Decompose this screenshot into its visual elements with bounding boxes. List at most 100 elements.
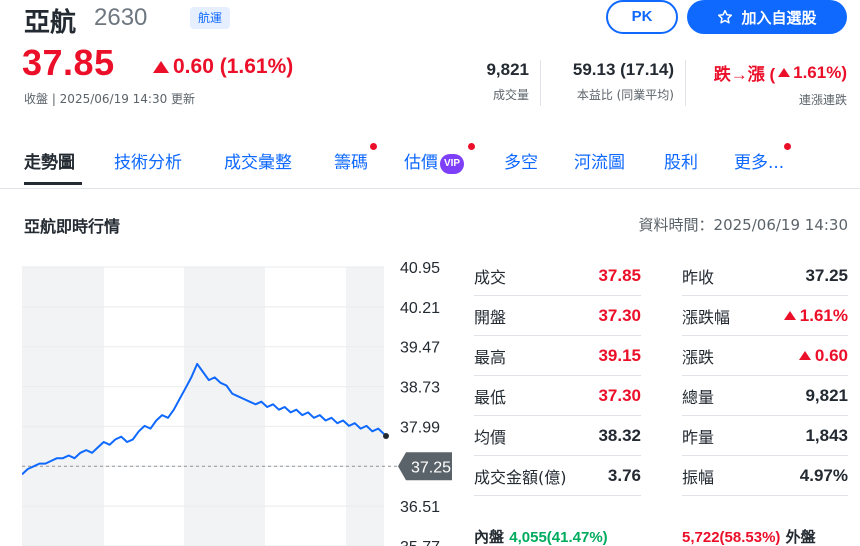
hour-band: [346, 267, 384, 546]
quote-row: 昨量 1,843: [682, 416, 848, 456]
quote-row: 成交 37.85: [474, 256, 641, 296]
quote-label: 開盤: [474, 307, 507, 327]
y-tick-label: 40.21: [400, 300, 440, 317]
inner-volume-label: 內盤: [474, 528, 505, 546]
quote-label: 昨量: [682, 427, 715, 447]
quote-row: 漲跌幅 1.61%: [682, 296, 848, 336]
quote-value-text: 4.97%: [799, 465, 848, 485]
pe-ratio-label: 本益比 (同業平均): [576, 88, 674, 102]
quote-value: 1.61%: [783, 305, 848, 326]
quote-value-text: 1,843: [805, 425, 848, 445]
tab-river-chart[interactable]: 河流圖: [574, 148, 625, 173]
tab-technical[interactable]: 技術分析: [114, 148, 182, 173]
stat-divider: [685, 60, 686, 106]
current-price: 37.85: [22, 42, 115, 83]
hour-band: [184, 267, 265, 546]
y-tick-label: 36.51: [400, 499, 440, 516]
tab-chart[interactable]: 走勢圖: [24, 148, 75, 173]
quote-value: 1,843: [805, 426, 848, 446]
tab-chips[interactable]: 籌碼: [334, 148, 368, 173]
prev-close-label: 37.25: [411, 459, 451, 476]
add-to-watchlist-button[interactable]: 加入自選股: [687, 0, 847, 34]
quote-row: 振幅 4.97%: [682, 456, 848, 496]
active-tab-underline: [24, 182, 82, 185]
price-change: 0.60 (1.61%): [153, 55, 293, 79]
tab-valuation-label: 估價: [404, 153, 438, 173]
outer-volume-value: 5,722(58.53%): [682, 529, 781, 546]
notification-dot: [784, 143, 791, 150]
quote-row: 總量 9,821: [682, 376, 848, 416]
quote-label: 漲跌: [682, 347, 715, 367]
quote-value: 37.30: [598, 305, 641, 325]
tab-dividend[interactable]: 股利: [664, 148, 698, 173]
tab-trade-summary[interactable]: 成交彙整: [224, 148, 292, 173]
quote-label: 最低: [474, 387, 507, 407]
tab-more[interactable]: 更多...: [734, 148, 784, 173]
outer-volume: 5,722(58.53%) 外盤: [682, 526, 816, 546]
price-change-value: 0.60 (1.61%): [173, 55, 294, 78]
quote-row: 成交金額(億) 3.76: [474, 456, 641, 496]
notification-dot: [468, 143, 475, 150]
quote-label: 振幅: [682, 467, 715, 487]
quote-label: 成交: [474, 267, 507, 287]
quote-value: 37.25: [805, 266, 848, 286]
quote-row: 最低 37.30: [474, 376, 641, 416]
industry-tag[interactable]: 航運: [190, 7, 231, 29]
pe-ratio-value: 59.13 (17.14): [572, 60, 674, 79]
tab-valuation[interactable]: 估價 VIP: [404, 148, 464, 174]
y-tick-label: 40.95: [400, 262, 440, 277]
section-title: 亞航即時行情: [24, 217, 121, 236]
streak-value: 跌→漲 ( 1.61%): [714, 60, 847, 85]
quote-row: 均價 38.32: [474, 416, 641, 456]
quote-row: 昨收 37.25: [682, 256, 848, 296]
quote-label: 漲跌幅: [682, 307, 731, 327]
outer-volume-label: 外盤: [785, 528, 816, 546]
intraday-chart[interactable]: 40.95 40.21 39.47 38.73 37.99 37.25 36.51 35.77: [22, 262, 452, 546]
y-tick-label: 35.77: [400, 539, 440, 546]
streak-stat: 跌→漲 ( 1.61%) 連漲連跌: [714, 60, 847, 108]
volume-label: 成交量: [492, 88, 529, 102]
pe-ratio-stat: 59.13 (17.14) 本益比 (同業平均): [573, 60, 674, 103]
up-arrow-icon: [783, 311, 796, 320]
streak-value-tail: 1.61%): [793, 62, 847, 82]
quote-row: 漲跌 0.60: [682, 336, 848, 376]
last-price-dot: [383, 432, 389, 439]
quote-label: 均價: [474, 427, 507, 447]
quote-value: 3.76: [607, 465, 641, 485]
quote-label: 總量: [682, 387, 715, 407]
quote-row: 最高 39.15: [474, 336, 641, 376]
quote-value: 38.32: [598, 425, 641, 445]
stock-code: 2630: [94, 4, 148, 31]
quote-label: 昨收: [682, 267, 715, 287]
y-tick-label: 37.99: [400, 419, 440, 436]
notification-dot: [370, 143, 377, 150]
volume-stat: 9,821 成交量: [486, 60, 529, 103]
tab-long-short[interactable]: 多空: [504, 148, 538, 173]
vip-badge: VIP: [440, 154, 464, 174]
data-time: 資料時間：2025/06/19 14:30: [638, 216, 848, 234]
streak-value-head: 跌→漲 (: [713, 65, 776, 84]
quote-label: 成交金額(億): [474, 467, 567, 487]
stat-divider: [540, 60, 541, 106]
up-arrow-icon: [153, 61, 169, 73]
nav-divider: [0, 188, 860, 189]
quote-value: 39.15: [598, 345, 641, 365]
hour-band: [22, 267, 104, 546]
inner-volume-value: 4,055(41.47%): [509, 529, 608, 546]
quote-value-text: 9,821: [805, 385, 848, 405]
star-icon: [718, 9, 733, 24]
quote-value-text: 1.61%: [799, 305, 848, 325]
pk-button[interactable]: PK: [606, 0, 678, 34]
quote-row: 開盤 37.30: [474, 296, 641, 336]
y-tick-label: 39.47: [400, 340, 440, 357]
quote-label: 最高: [474, 347, 507, 367]
add-to-watchlist-label: 加入自選股: [741, 8, 817, 27]
up-arrow-icon: [778, 68, 791, 77]
quote-value: 9,821: [805, 386, 848, 406]
stock-name: 亞航: [24, 8, 77, 38]
quote-value: 4.97%: [800, 466, 848, 486]
quote-value-text: 0.60: [814, 345, 848, 365]
update-status: 收盤 | 2025/06/19 14:30 更新: [24, 92, 196, 106]
y-tick-label: 38.73: [400, 380, 440, 397]
quote-value: 37.30: [598, 385, 641, 405]
